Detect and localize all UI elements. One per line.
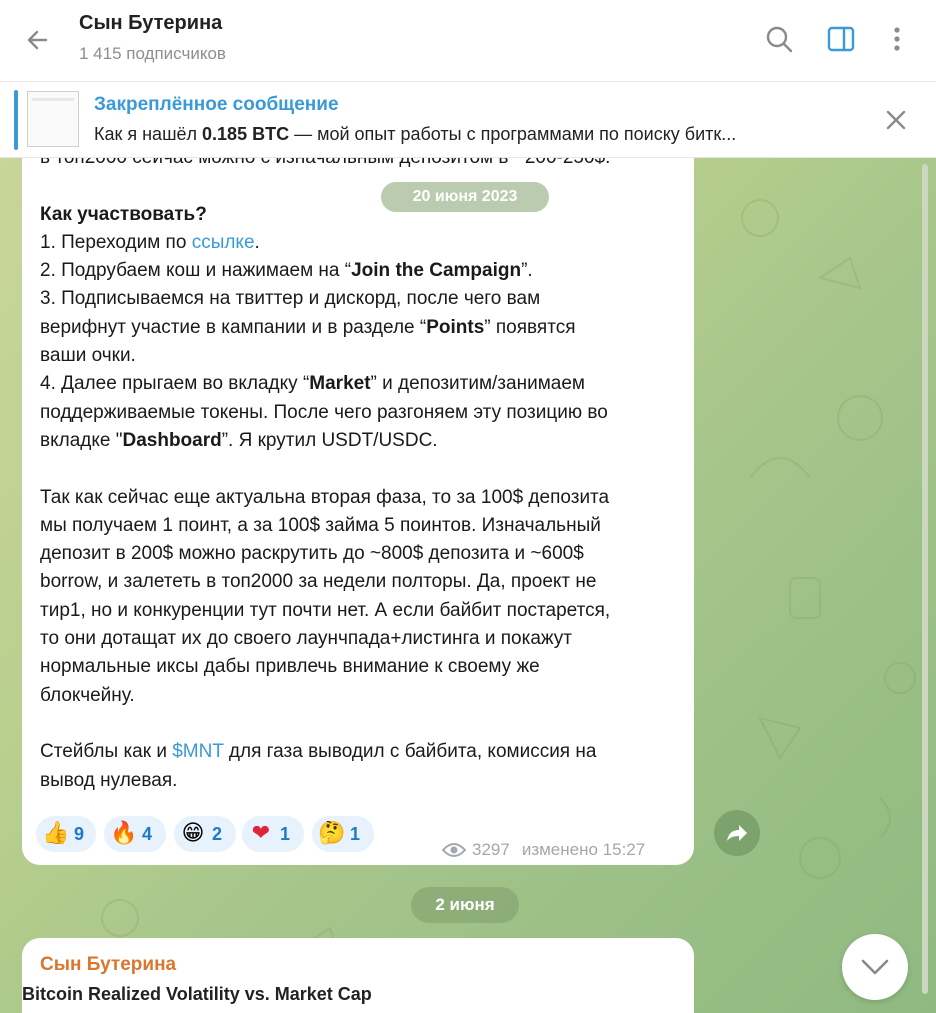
reaction-grin[interactable]: 😁 2 [174, 816, 236, 852]
scroll-down-button[interactable] [842, 934, 908, 1000]
date-separator-2: 2 июня [411, 887, 519, 923]
chat-header: Сын Бутерина 1 415 подписчиков [0, 0, 936, 82]
sidebar-toggle-icon[interactable] [824, 22, 858, 56]
chat-area: в топ2000 сейчас можно с изначальным деп… [0, 158, 936, 1013]
next-message-bubble: Сын Бутерина Bitcoin Realized Volatility… [22, 938, 694, 1013]
pinned-title: Закреплённое сообщение [94, 94, 339, 115]
campaign-link[interactable]: ссылке [192, 232, 255, 253]
forward-icon [727, 825, 747, 841]
pinned-message-bar[interactable]: Закреплённое сообщение Как я нашёл 0.185… [0, 82, 936, 158]
fire-icon: 🔥 [110, 821, 138, 846]
subscriber-count: 1 415 подписчиков [79, 44, 226, 63]
thumbs-up-icon: 👍 [42, 821, 70, 846]
message-meta: 3297 изменено 15:27 [442, 838, 645, 862]
date-separator: 20 июня 2023 [381, 182, 549, 212]
scrollbar[interactable] [922, 164, 928, 994]
message-text: в топ2000 сейчас можно с изначальным деп… [40, 158, 611, 791]
reaction-heart[interactable]: ❤ 1 [242, 816, 304, 852]
grin-icon: 😁 [181, 821, 205, 846]
more-options-icon[interactable] [882, 22, 916, 56]
channel-title[interactable]: Сын Бутерина [79, 12, 222, 35]
eye-icon [442, 843, 466, 857]
heart-icon: ❤ [251, 821, 271, 846]
mnt-link[interactable]: $MNT [172, 741, 223, 762]
pinned-text: Как я нашёл 0.185 BTC — мой опыт работы … [94, 124, 737, 144]
reaction-thinking[interactable]: 🤔 1 [312, 816, 374, 852]
pinned-thumbnail [27, 91, 79, 147]
search-icon[interactable] [762, 22, 796, 56]
image-caption: Bitcoin Realized Volatility vs. Market C… [22, 984, 372, 1004]
reaction-fire[interactable]: 🔥 4 [104, 816, 166, 852]
pinned-accent-line [14, 90, 18, 150]
edited-time: изменено 15:27 [521, 840, 646, 859]
forward-button[interactable] [714, 810, 760, 856]
chevron-down-icon [861, 959, 889, 975]
back-arrow-icon[interactable] [22, 24, 54, 56]
reaction-thumbs-up[interactable]: 👍 9 [36, 816, 96, 852]
view-count: 3297 [472, 840, 510, 859]
close-icon[interactable] [880, 104, 912, 136]
message-author[interactable]: Сын Бутерина [40, 954, 176, 976]
thinking-icon: 🤔 [318, 821, 346, 846]
message-bubble: в топ2000 сейчас можно с изначальным деп… [22, 158, 694, 865]
